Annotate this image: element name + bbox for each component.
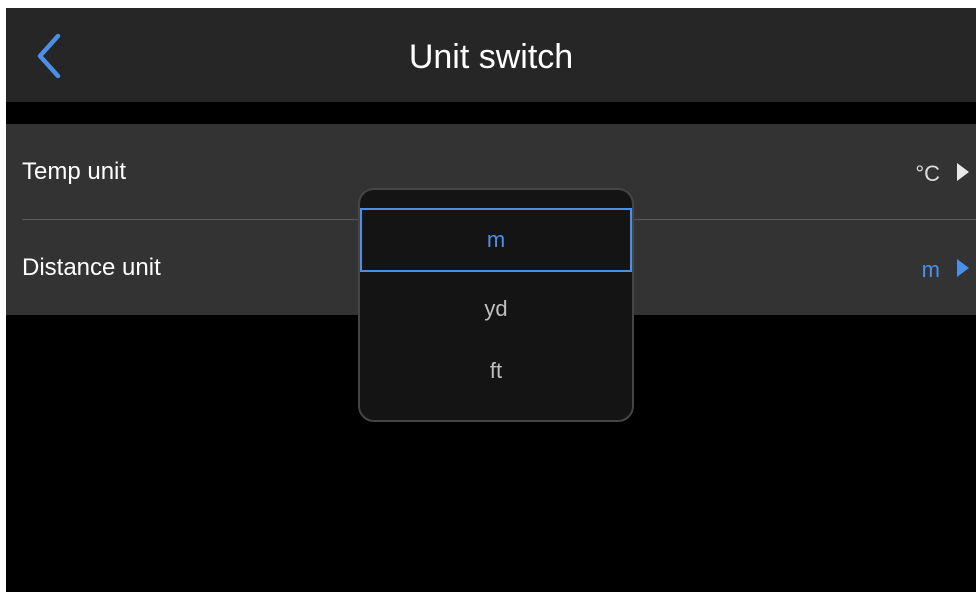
distance-unit-value: m bbox=[921, 257, 940, 282]
distance-unit-picker: m yd ft bbox=[358, 188, 634, 422]
temp-unit-label: Temp unit bbox=[22, 158, 127, 185]
header-bar: Unit switch bbox=[6, 8, 976, 102]
page-title: Unit switch bbox=[408, 38, 574, 76]
unit-option-yd[interactable]: yd bbox=[360, 278, 632, 340]
screen: Unit switch Temp unit °C Distance unit m… bbox=[6, 8, 976, 592]
distance-unit-label: Distance unit bbox=[22, 254, 161, 281]
unit-option-m[interactable]: m bbox=[360, 208, 632, 272]
unit-option-ft[interactable]: ft bbox=[360, 340, 632, 402]
temp-unit-value: °C bbox=[915, 161, 940, 186]
caret-right-icon bbox=[957, 163, 969, 181]
caret-right-icon bbox=[957, 259, 969, 277]
